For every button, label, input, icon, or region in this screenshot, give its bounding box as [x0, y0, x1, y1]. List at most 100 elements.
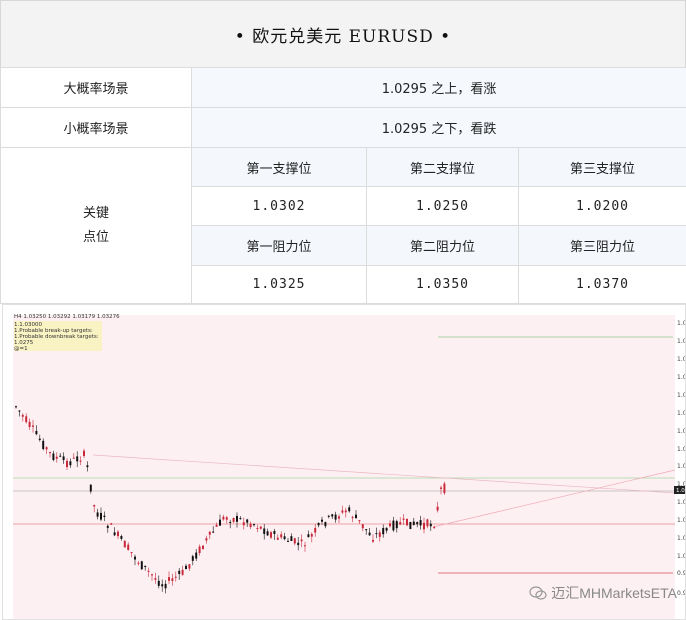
candle-body — [290, 536, 293, 542]
page: • 欧元兑美元 EURUSD • 大概率场景 1.0295 之上，看涨 小概率场… — [0, 0, 686, 620]
candle-body — [147, 570, 150, 572]
candle-body — [113, 532, 116, 536]
candle-body — [324, 522, 327, 527]
candle-body — [171, 578, 174, 581]
candle-body — [45, 447, 48, 450]
candle-body — [15, 406, 17, 408]
candle-body — [123, 540, 126, 548]
price-axis-label: 1.0 — [677, 481, 686, 488]
resistance-3-value: 1.0370 — [517, 265, 686, 304]
candle-body — [256, 528, 259, 530]
watermark: 迈汇MHMarketsETA — [529, 583, 677, 603]
price-axis-label: 1.0 — [677, 374, 686, 381]
candle-body — [140, 561, 143, 570]
candle-body — [399, 522, 402, 525]
candle-body — [195, 552, 198, 559]
candle-body — [276, 537, 279, 540]
big-scenario-label: 大概率场景 — [0, 67, 192, 108]
price-axis-label: 1.0 — [677, 517, 686, 524]
key-levels-label: 关键 点位 — [0, 147, 192, 304]
candle-body — [293, 538, 296, 544]
candle-body — [358, 520, 361, 522]
trend-line-down — [92, 454, 676, 494]
price-chart: H4 1.03250 1.03292 1.03179 1.03276 1.1.0… — [2, 304, 686, 620]
candle-body — [368, 532, 371, 536]
candle-body — [429, 523, 432, 527]
candle-body — [287, 540, 289, 542]
candle-body — [331, 514, 334, 517]
candle-body — [89, 484, 92, 492]
candle-body — [395, 521, 398, 529]
resistance-2-header: 第二阻力位 — [366, 225, 519, 266]
key-levels-label-line2: 点位 — [82, 229, 109, 245]
big-scenario-row: 大概率场景 1.0295 之上，看涨 — [0, 67, 686, 108]
price-axis-label: 0.9 — [677, 590, 686, 597]
candle-body — [198, 546, 201, 554]
candle-body — [52, 453, 55, 460]
candle-body — [375, 533, 378, 535]
candle-body — [106, 525, 109, 528]
candle-body — [242, 522, 245, 526]
support-1-value: 1.0302 — [191, 186, 367, 226]
candle-body — [161, 584, 164, 587]
price-axis-label: 1.0 — [677, 553, 686, 560]
title-bar: • 欧元兑美元 EURUSD • — [0, 0, 686, 68]
candle-body — [66, 460, 68, 468]
candle-body — [225, 517, 228, 520]
support-header-row: 关键 点位 第一支撑位 第二支撑位 第三支撑位 — [0, 147, 686, 304]
page-title: • 欧元兑美元 EURUSD • — [234, 26, 452, 47]
candle-body — [314, 528, 317, 533]
price-axis-label: 0.9 — [677, 570, 686, 577]
candle-body — [18, 410, 21, 412]
candle-body — [263, 528, 266, 534]
candle-body — [409, 521, 412, 529]
candle-body — [317, 522, 320, 526]
candle-body — [86, 465, 89, 468]
price-axis-label: 1.0 — [677, 320, 686, 327]
candle-body — [185, 565, 187, 570]
candle-body — [338, 516, 340, 519]
candle-body — [151, 574, 153, 576]
support-3-header: 第三支撑位 — [517, 147, 686, 187]
candle-body — [300, 539, 303, 542]
resistance-1-header: 第一阻力位 — [191, 225, 367, 266]
candle-body — [436, 506, 439, 511]
candle-body — [334, 514, 337, 520]
candle-body — [392, 520, 395, 531]
candle-body — [344, 510, 347, 513]
price-axis-label: 1.0 — [677, 410, 686, 417]
resistance-3-header: 第三阻力位 — [517, 225, 686, 266]
candle-body — [307, 534, 310, 538]
candle-body — [423, 522, 425, 530]
candle-body — [361, 524, 364, 529]
candle-body — [127, 544, 130, 550]
wechat-icon — [529, 586, 547, 600]
resistance-1-value: 1.0325 — [191, 265, 367, 304]
candle-body — [321, 519, 323, 522]
candle-body — [59, 455, 62, 457]
price-axis-label: 1.0 — [677, 428, 686, 435]
candle-body — [433, 527, 436, 529]
small-scenario-row: 小概率场景 1.0295 之下，看跌 — [0, 107, 686, 148]
candle-body — [144, 565, 147, 568]
candle-body — [280, 534, 283, 538]
candle-body — [83, 450, 85, 457]
candle-body — [327, 515, 330, 517]
price-axis-label: 1.0 — [677, 463, 686, 470]
resistance-2-value: 1.0350 — [366, 265, 519, 304]
candle-body — [157, 580, 160, 586]
candle-body — [134, 556, 136, 560]
candle-body — [130, 552, 133, 554]
candle-body — [93, 505, 96, 507]
small-scenario-value: 1.0295 之下，看跌 — [190, 107, 686, 148]
candle-body — [215, 524, 218, 527]
big-scenario-value: 1.0295 之上，看涨 — [190, 67, 686, 108]
small-scenario-label: 小概率场景 — [0, 107, 192, 148]
candle-body — [32, 425, 34, 427]
support-1-header: 第一支撑位 — [191, 147, 367, 187]
candle-body — [110, 523, 113, 525]
candle-body — [42, 440, 45, 450]
candle-body — [137, 562, 140, 564]
candle-body — [259, 526, 262, 529]
candle-body — [164, 583, 167, 589]
